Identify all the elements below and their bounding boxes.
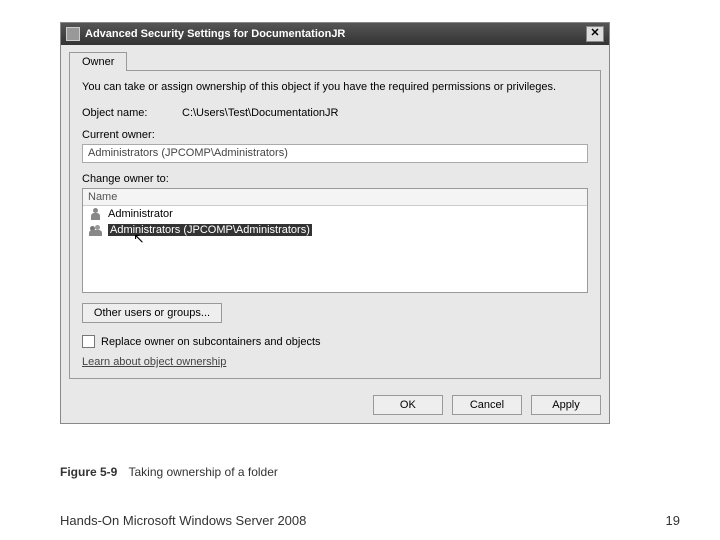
change-owner-row: Change owner to: Name Administrator Admi… [82, 173, 588, 293]
list-item-label: Administrator [108, 208, 173, 220]
replace-owner-label: Replace owner on subcontainers and objec… [101, 336, 321, 348]
replace-owner-row: Replace owner on subcontainers and objec… [82, 335, 588, 348]
page-number: 19 [666, 513, 680, 528]
learn-link[interactable]: Learn about object ownership [82, 356, 226, 368]
list-item[interactable]: Administrator [83, 206, 587, 222]
replace-owner-checkbox[interactable] [82, 335, 95, 348]
figure-text: Taking ownership of a folder [128, 465, 277, 479]
object-name-value: C:\Users\Test\DocumentationJR [182, 107, 339, 119]
other-users-button[interactable]: Other users or groups... [82, 303, 222, 323]
dialog-body: Owner You can take or assign ownership o… [61, 45, 609, 387]
change-owner-label: Change owner to: [82, 173, 588, 185]
list-item[interactable]: Administrators (JPCOMP\Administrators) [83, 222, 587, 238]
tab-owner[interactable]: Owner [69, 52, 127, 71]
figure-caption: Figure 5-9 Taking ownership of a folder [60, 465, 278, 479]
tab-strip: Owner You can take or assign ownership o… [69, 51, 601, 379]
group-icon [88, 223, 103, 237]
current-owner-field: Administrators (JPCOMP\Administrators) [82, 144, 588, 163]
dialog-footer: OK Cancel Apply [61, 387, 609, 423]
window-icon [66, 27, 80, 41]
owner-listbox[interactable]: Name Administrator Administrators (JPCOM… [82, 188, 588, 293]
user-icon [88, 207, 103, 221]
book-title: Hands-On Microsoft Windows Server 2008 [60, 513, 306, 528]
object-name-row: Object name: C:\Users\Test\Documentation… [82, 107, 588, 119]
cancel-button[interactable]: Cancel [452, 395, 522, 415]
object-name-label: Object name: [82, 107, 182, 119]
titlebar[interactable]: Advanced Security Settings for Documenta… [61, 23, 609, 45]
current-owner-row: Current owner: Administrators (JPCOMP\Ad… [82, 129, 588, 163]
current-owner-label: Current owner: [82, 129, 588, 141]
window-title: Advanced Security Settings for Documenta… [85, 28, 345, 40]
figure-label: Figure 5-9 [60, 465, 117, 479]
page-footer: Hands-On Microsoft Windows Server 2008 1… [60, 513, 680, 528]
close-button[interactable]: ✕ [586, 26, 604, 42]
security-settings-dialog: Advanced Security Settings for Documenta… [60, 22, 610, 424]
apply-button[interactable]: Apply [531, 395, 601, 415]
ok-button[interactable]: OK [373, 395, 443, 415]
list-item-label: Administrators (JPCOMP\Administrators) [108, 224, 312, 236]
list-header-name[interactable]: Name [83, 189, 587, 206]
other-users-row: Other users or groups... [82, 303, 588, 323]
description-text: You can take or assign ownership of this… [82, 81, 588, 93]
tab-panel-owner: You can take or assign ownership of this… [69, 70, 601, 379]
